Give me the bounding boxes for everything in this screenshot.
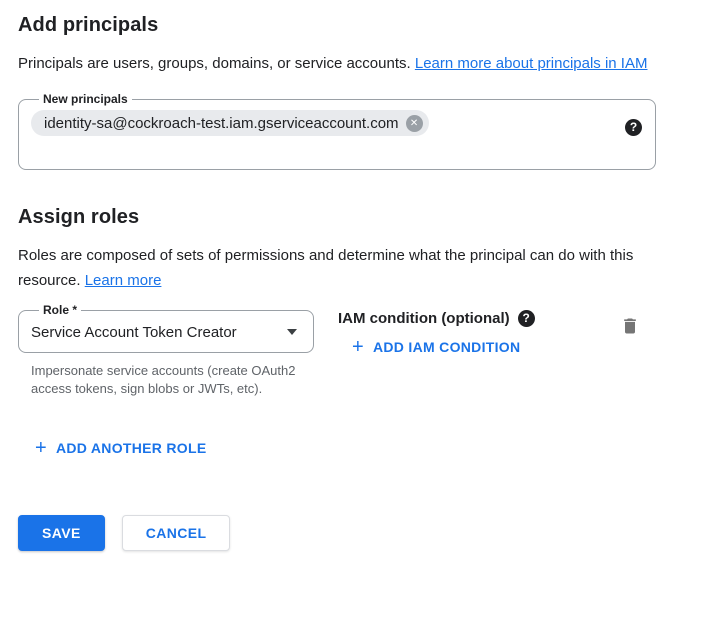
plus-icon: + xyxy=(352,339,364,355)
cancel-button[interactable]: CANCEL xyxy=(122,515,231,551)
add-iam-condition-button[interactable]: + ADD IAM CONDITION xyxy=(352,339,520,355)
add-iam-condition-label: ADD IAM CONDITION xyxy=(373,339,520,355)
iam-condition-column: IAM condition (optional) ? + ADD IAM CON… xyxy=(338,303,620,358)
delete-icon xyxy=(620,315,640,337)
role-selected-value: Service Account Token Creator xyxy=(31,324,237,341)
learn-more-principals-link[interactable]: Learn more about principals in IAM xyxy=(415,55,648,72)
page-title: Add principals xyxy=(18,14,713,37)
role-select[interactable]: Role * Service Account Token Creator xyxy=(18,303,314,353)
add-another-role-button[interactable]: + ADD ANOTHER ROLE xyxy=(35,440,207,456)
new-principals-label: New principals xyxy=(39,92,132,106)
delete-role-button[interactable] xyxy=(620,303,640,342)
iam-condition-label: IAM condition (optional) xyxy=(338,310,510,327)
principal-chip: identity-sa@cockroach-test.iam.gservicea… xyxy=(31,110,429,136)
plus-icon: + xyxy=(35,440,47,456)
role-select-label: Role * xyxy=(39,303,81,317)
chip-remove-icon[interactable]: ✕ xyxy=(406,115,423,132)
principal-chip-text: identity-sa@cockroach-test.iam.gservicea… xyxy=(44,115,399,132)
principals-description-text: Principals are users, groups, domains, o… xyxy=(18,55,411,72)
assign-roles-title: Assign roles xyxy=(18,206,713,229)
chevron-down-icon xyxy=(287,329,297,335)
help-icon[interactable]: ? xyxy=(518,310,535,327)
help-icon[interactable]: ? xyxy=(625,119,642,136)
action-bar: SAVE CANCEL xyxy=(18,515,713,551)
new-principals-field[interactable]: New principals identity-sa@cockroach-tes… xyxy=(18,92,656,170)
role-column: Role * Service Account Token Creator Imp… xyxy=(18,303,314,398)
save-button[interactable]: SAVE xyxy=(18,515,105,551)
learn-more-roles-link[interactable]: Learn more xyxy=(85,272,162,289)
role-helper-text: Impersonate service accounts (create OAu… xyxy=(18,362,310,398)
principals-description: Principals are users, groups, domains, o… xyxy=(18,51,666,76)
add-another-role-label: ADD ANOTHER ROLE xyxy=(56,440,207,456)
roles-description: Roles are composed of sets of permission… xyxy=(18,243,666,293)
role-row: Role * Service Account Token Creator Imp… xyxy=(18,303,640,398)
